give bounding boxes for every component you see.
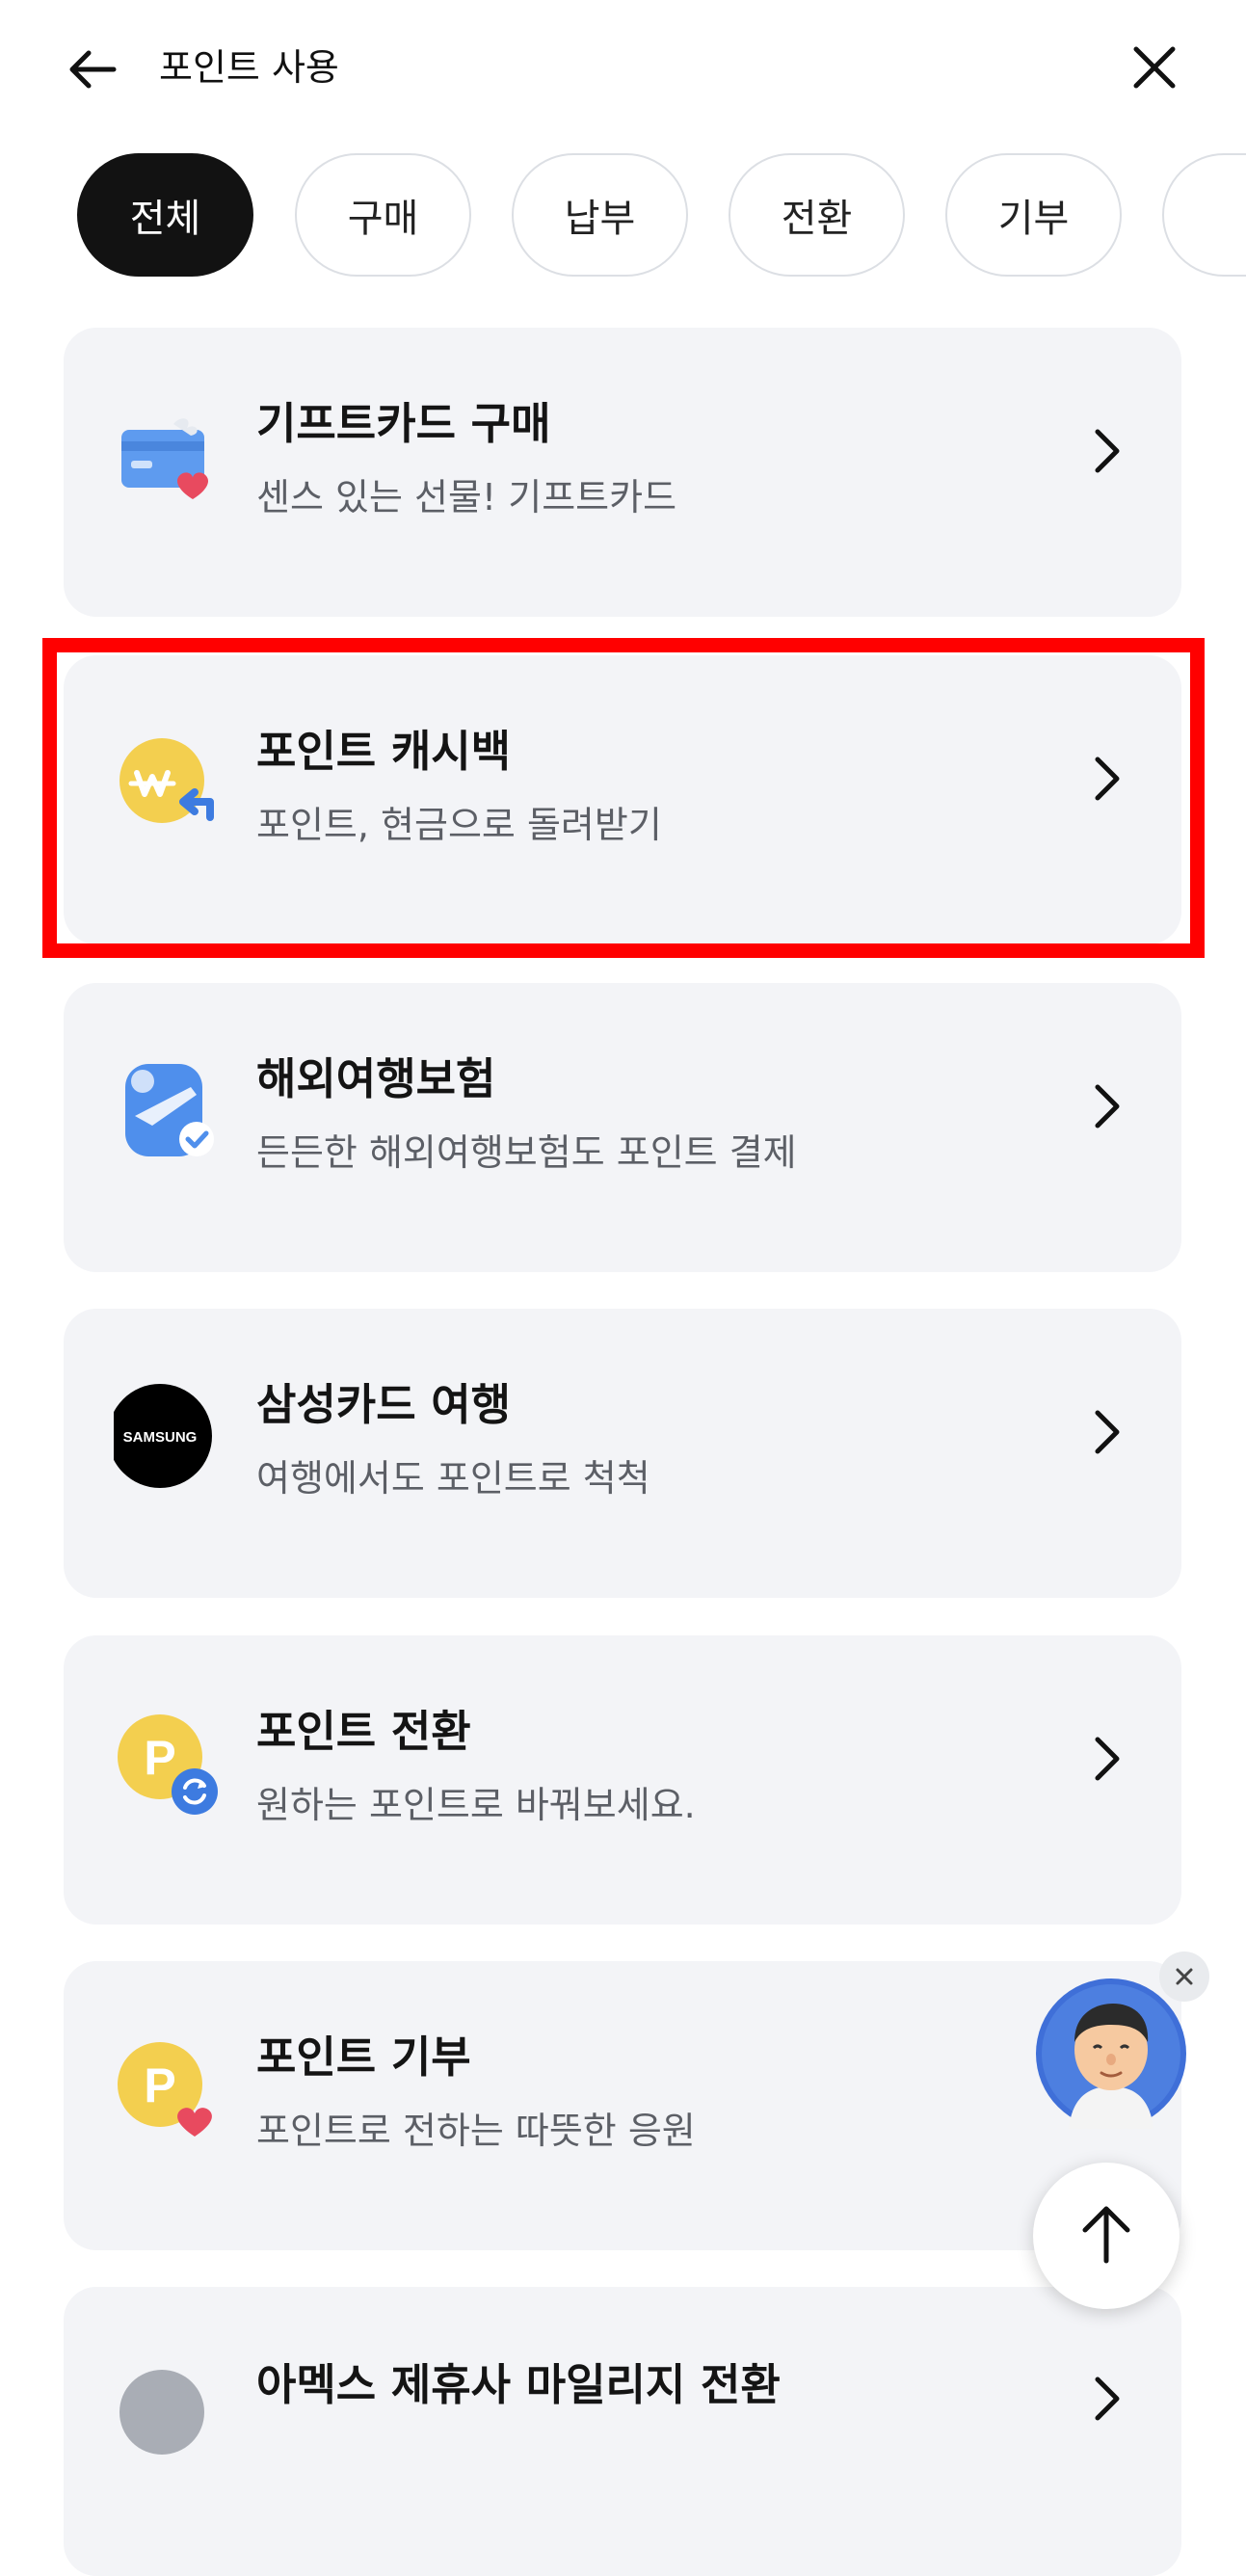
point-donate-icon: P	[114, 2036, 220, 2142]
chevron-right-icon	[1095, 2377, 1120, 2421]
menu-card-samsung-travel[interactable]: SAMSUNG 삼성카드 여행 여행에서도 포인트로 척척	[64, 1309, 1181, 1598]
card-subtitle: 포인트, 현금으로 돌려받기	[256, 804, 662, 846]
chevron-right-icon	[1095, 1084, 1120, 1129]
menu-card-gift-card[interactable]: 기프트카드 구매 센스 있는 선물! 기프트카드	[64, 328, 1181, 617]
arrow-left-icon	[69, 50, 117, 89]
card-subtitle: 센스 있는 선물! 기프트카드	[256, 476, 677, 518]
card-subtitle: 원하는 포인트로 바꿔보세요.	[256, 1784, 696, 1826]
chip-more-partial[interactable]	[1162, 153, 1246, 277]
card-title: 아멕스 제휴사 마일리지 전환	[256, 2359, 781, 2410]
chip-exchange[interactable]: 전환	[729, 153, 905, 277]
card-title: 해외여행보험	[256, 1053, 496, 1104]
won-cashback-icon	[114, 730, 220, 837]
menu-card-point-donate[interactable]: P 포인트 기부 포인트로 전하는 따뜻한 응원	[64, 1961, 1181, 2250]
close-button[interactable]	[1126, 39, 1183, 96]
menu-card-amex-mileage[interactable]: 아멕스 제휴사 마일리지 전환	[64, 2287, 1181, 2576]
chevron-right-icon	[1095, 757, 1120, 801]
chevron-right-icon	[1095, 1410, 1120, 1454]
gift-card-icon	[114, 403, 220, 509]
chip-payment[interactable]: 납부	[512, 153, 688, 277]
samsung-logo-text: SAMSUNG	[123, 1429, 198, 1446]
card-title: 포인트 전환	[256, 1706, 471, 1757]
menu-card-travel-insurance[interactable]: 해외여행보험 든든한 해외여행보험도 포인트 결제	[64, 983, 1181, 1272]
chip-donate[interactable]: 기부	[945, 153, 1122, 277]
chip-all[interactable]: 전체	[77, 153, 253, 277]
card-title: 포인트 기부	[256, 2032, 471, 2083]
chip-purchase[interactable]: 구매	[295, 153, 471, 277]
travel-insurance-icon	[114, 1058, 220, 1164]
card-subtitle: 포인트로 전하는 따뜻한 응원	[256, 2110, 696, 2152]
close-icon	[1133, 46, 1176, 89]
chevron-right-icon	[1095, 1737, 1120, 1781]
card-title: 기프트카드 구매	[256, 398, 551, 449]
mileage-icon	[114, 2362, 220, 2468]
card-title: 삼성카드 여행	[256, 1379, 512, 1430]
arrow-up-icon	[1082, 2206, 1130, 2264]
menu-card-point-cashback[interactable]: 포인트 캐시백 포인트, 현금으로 돌려받기	[64, 655, 1181, 944]
category-filter-bar: 전체 구매 납부 전환 기부	[0, 146, 1246, 281]
chevron-right-icon	[1095, 429, 1120, 473]
menu-card-point-exchange[interactable]: P 포인트 전환 원하는 포인트로 바꿔보세요.	[64, 1635, 1181, 1925]
samsung-logo-icon: SAMSUNG	[108, 1384, 220, 1490]
svg-text:P: P	[144, 1731, 175, 1785]
card-subtitle: 든든한 해외여행보험도 포인트 결제	[256, 1131, 797, 1174]
card-subtitle: 여행에서도 포인트로 척척	[256, 1457, 650, 1500]
header: 포인트 사용	[0, 0, 1246, 135]
avatar-close-button[interactable]	[1159, 1952, 1209, 2002]
card-title: 포인트 캐시백	[256, 726, 512, 777]
back-button[interactable]	[64, 40, 121, 98]
point-exchange-icon: P	[114, 1711, 220, 1817]
scroll-to-top-button[interactable]	[1033, 2163, 1180, 2309]
close-icon	[1176, 1968, 1193, 1985]
svg-text:P: P	[144, 2058, 175, 2112]
page-title: 포인트 사용	[159, 46, 339, 89]
point-usage-screen: 포인트 사용 전체 구매 납부 전환 기부 기프트카드 구매 센스 있는 선물!…	[0, 0, 1246, 2576]
